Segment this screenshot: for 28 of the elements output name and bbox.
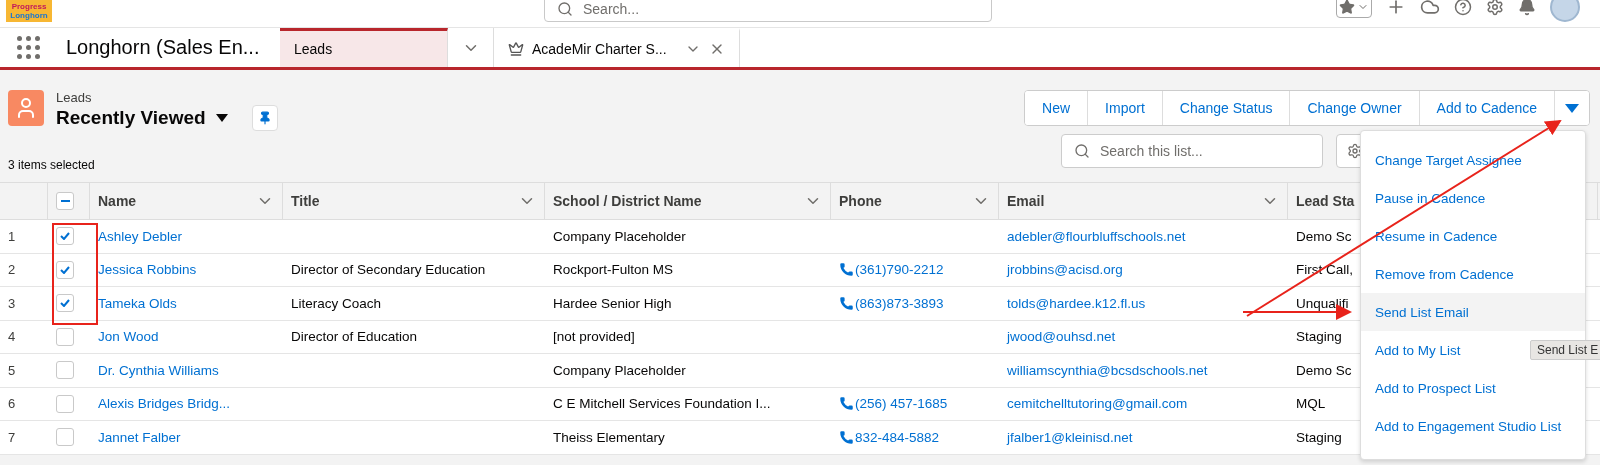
table-cell: [not provided] [553,329,635,345]
row-number: 3 [8,295,16,311]
table-cell: C E Mitchell Services Foundation I... [553,396,771,412]
logo: Progress Longhorn [6,0,52,22]
table-cell: Company Placeholder [553,228,686,244]
row-number: 5 [8,362,16,378]
table-cell: Company Placeholder [553,362,686,378]
selection-count: 3 items selected [8,158,96,172]
table-cell: Demo Sc [1296,362,1352,378]
table-cell: Rockport-Fulton MS [553,262,674,278]
row-number: 2 [8,262,16,278]
row-number: 1 [8,228,16,244]
table-cell: Demo Sc [1296,228,1352,244]
table-cell: MQL [1296,396,1326,412]
row-number: 7 [8,429,16,445]
table-cell: Staging [1296,329,1342,345]
row-number: 6 [8,396,16,412]
table-cell: Hardee Senior High [553,295,672,311]
table-cell: Director of Education [291,329,418,345]
tooltip: Send List E [1530,340,1600,360]
app-name: Longhorn (Sales En... [65,35,261,60]
table-cell: Director of Secondary Education [291,262,486,278]
object-name: Leads [56,90,93,105]
table-cell: Staging [1296,429,1342,445]
row-number: 4 [8,329,16,345]
table-cell: Unqualifi [1296,295,1349,311]
table-cell: Literacy Coach [291,295,382,311]
table-cell: Theiss Elementary [553,429,665,445]
